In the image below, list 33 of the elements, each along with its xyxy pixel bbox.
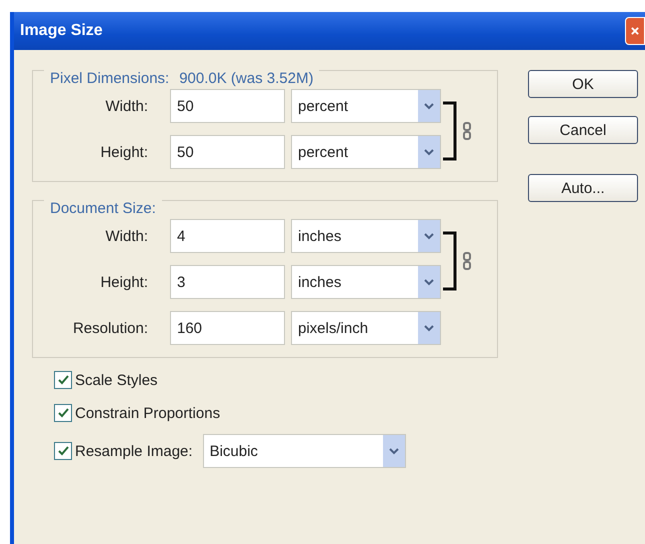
- input-field[interactable]: 160: [170, 311, 285, 345]
- field-label: Height:: [99, 274, 149, 290]
- close-button[interactable]: [625, 17, 645, 45]
- input-field[interactable]: 3: [170, 265, 285, 299]
- dialog-button[interactable]: OK: [528, 70, 638, 98]
- field-label: Width:: [104, 228, 149, 244]
- check-icon: [58, 408, 68, 418]
- unit-dropdown[interactable]: pixels/inch: [291, 311, 441, 345]
- unit-dropdown[interactable]: percent: [291, 89, 441, 123]
- checkbox-label: Resample Image:: [75, 442, 193, 460]
- method-dropdown[interactable]: Bicubic: [202, 434, 406, 468]
- input-field[interactable]: 50: [170, 135, 285, 169]
- checkbox[interactable]: [54, 404, 72, 422]
- dialog-button[interactable]: Auto...: [528, 174, 638, 202]
- field-label: Width:: [104, 98, 149, 114]
- check-icon: [58, 446, 68, 456]
- field-label: Resolution:: [72, 320, 149, 336]
- unit-dropdown[interactable]: inches: [291, 219, 441, 253]
- pixel-size-text: 900.0K (was 3.52M): [179, 70, 314, 87]
- unit-dropdown[interactable]: inches: [291, 265, 441, 299]
- group-title: Document Size:: [50, 200, 156, 217]
- input-field[interactable]: 4: [170, 219, 285, 253]
- field-label: Height:: [99, 144, 149, 160]
- input-field[interactable]: 50: [170, 89, 285, 123]
- check-icon: [58, 375, 68, 385]
- dialog-button[interactable]: Cancel: [528, 116, 638, 144]
- checkbox-label: Constrain Proportions: [75, 404, 220, 422]
- checkbox-label: Scale Styles: [75, 372, 158, 388]
- checkbox[interactable]: [54, 442, 72, 460]
- unit-dropdown[interactable]: percent: [291, 135, 441, 169]
- group-title: Pixel Dimensions:: [50, 70, 170, 87]
- window-title: Image Size: [19, 22, 103, 40]
- checkbox[interactable]: [54, 371, 72, 389]
